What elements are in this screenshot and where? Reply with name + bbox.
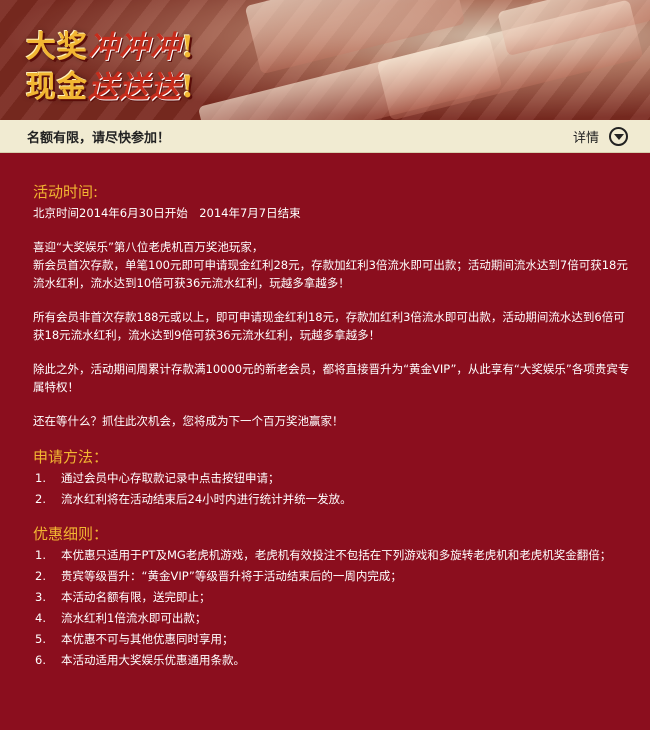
list-item: 4. 流水红利1倍流水即可出款； [35, 611, 207, 625]
notice-text: 名额有限，请尽快参加！ [27, 130, 171, 146]
new-member-paragraph: 新会员首次存款，单笔100元即可申请现金红利28元，存款加红利3倍流水即可出款；… [33, 258, 628, 290]
details-toggle[interactable]: 详情 [572, 126, 628, 146]
banner-headline-2: 现金送送送! [26, 70, 196, 105]
terms-title: 优惠细则： [33, 525, 109, 543]
promo-content: 活动时间: 北京时间2014年6月30日开始 2014年7月7日结束 喜迎“大奖… [0, 153, 650, 669]
list-item: 2. 贵宾等级晋升：“黄金VIP”等级晋升将于活动结束后的一周内完成； [35, 569, 402, 583]
promo-banner: 大奖冲冲冲! 现金送送送! [0, 0, 650, 120]
list-item: 5. 本优惠不可与其他优惠同时享用； [35, 632, 234, 646]
details-label: 详情 [572, 130, 599, 146]
apply-title: 申请方法： [33, 448, 109, 466]
activity-time-title: 活动时间: [33, 183, 99, 201]
call-to-action: 还在等什么？抓住此次机会，您将成为下一个百万奖池赢家！ [33, 414, 344, 428]
intro-paragraph: 喜迎“大奖娱乐”第八位老虎机百万奖池玩家， [33, 240, 264, 254]
list-item: 3. 本活动名额有限，送完即止； [35, 590, 211, 604]
all-member-paragraph: 所有会员非首次存款188元或以上，即可申请现金红利18元，存款加红利3倍流水即可… [33, 310, 625, 342]
notice-bar: 名额有限，请尽快参加！ 详情 [0, 120, 650, 153]
list-item: 1. 本优惠只适用于PT及MG老虎机游戏，老虎机有效投注不包括在下列游戏和多旋转老… [35, 548, 612, 562]
list-item: 6. 本活动适用大奖娱乐优惠通用条款。 [35, 653, 245, 667]
list-item: 2. 流水红利将在活动结束后24小时内进行统计并统一发放。 [35, 492, 352, 506]
activity-time-text: 北京时间2014年6月30日开始 2014年7月7日结束 [33, 206, 301, 220]
vip-paragraph: 除此之外，活动期间周累计存款满10000元的新老会员，都将直接晋升为“黄金VIP… [33, 362, 630, 394]
apply-list: 1. 通过会员中心存取款记录中点击按钮申请； 2. 流水红利将在活动结束后24小时内… [33, 469, 632, 508]
banner-headline-1: 大奖冲冲冲! [26, 30, 196, 65]
list-item: 1. 通过会员中心存取款记录中点击按钮申请； [35, 471, 280, 485]
terms-list: 1. 本优惠只适用于PT及MG老虎机游戏，老虎机有效投注不包括在下列游戏和多旋转老… [33, 546, 632, 669]
chevron-down-icon [609, 126, 628, 146]
